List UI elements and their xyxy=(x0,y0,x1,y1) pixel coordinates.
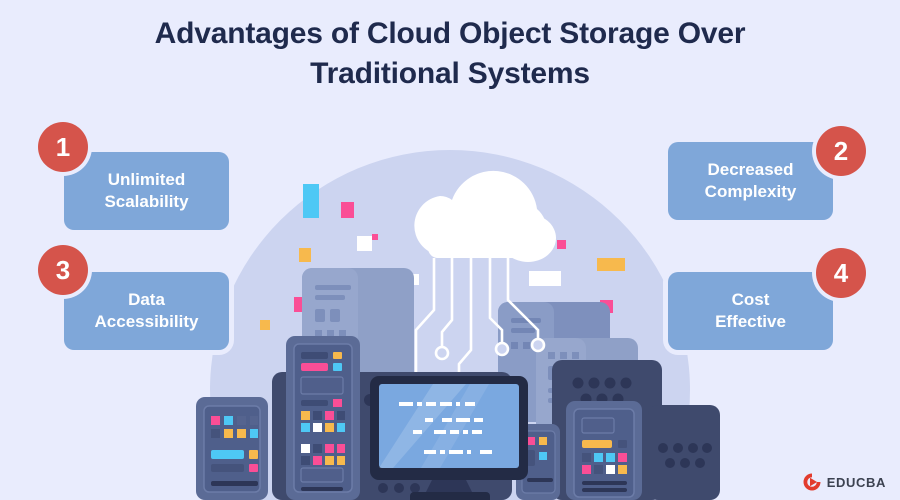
server-rack-tall xyxy=(286,336,360,500)
infographic-canvas: Advantages of Cloud Object Storage Over … xyxy=(0,0,900,500)
feature-box-4[interactable]: Cost Effective xyxy=(668,272,833,350)
educba-logo-text: EDUCBA xyxy=(826,474,886,490)
feature-badge-4: 4 xyxy=(816,248,866,298)
educba-play-icon xyxy=(803,473,821,491)
feature-badge-3: 3 xyxy=(38,245,88,295)
feature-box-2[interactable]: Decreased Complexity xyxy=(668,142,833,220)
educba-logo[interactable]: EDUCBA xyxy=(802,472,886,492)
feature-box-3[interactable]: Data Accessibility xyxy=(64,272,229,350)
feature-box-1[interactable]: Unlimited Scalability xyxy=(64,152,229,230)
page-title: Advantages of Cloud Object Storage Over … xyxy=(154,17,746,90)
monitor-indicator-dots xyxy=(378,483,420,493)
feature-badge-1: 1 xyxy=(38,122,88,172)
feature-badge-2: 2 xyxy=(816,126,866,176)
server-rack-left xyxy=(196,397,268,500)
server-rack-right xyxy=(566,401,642,500)
